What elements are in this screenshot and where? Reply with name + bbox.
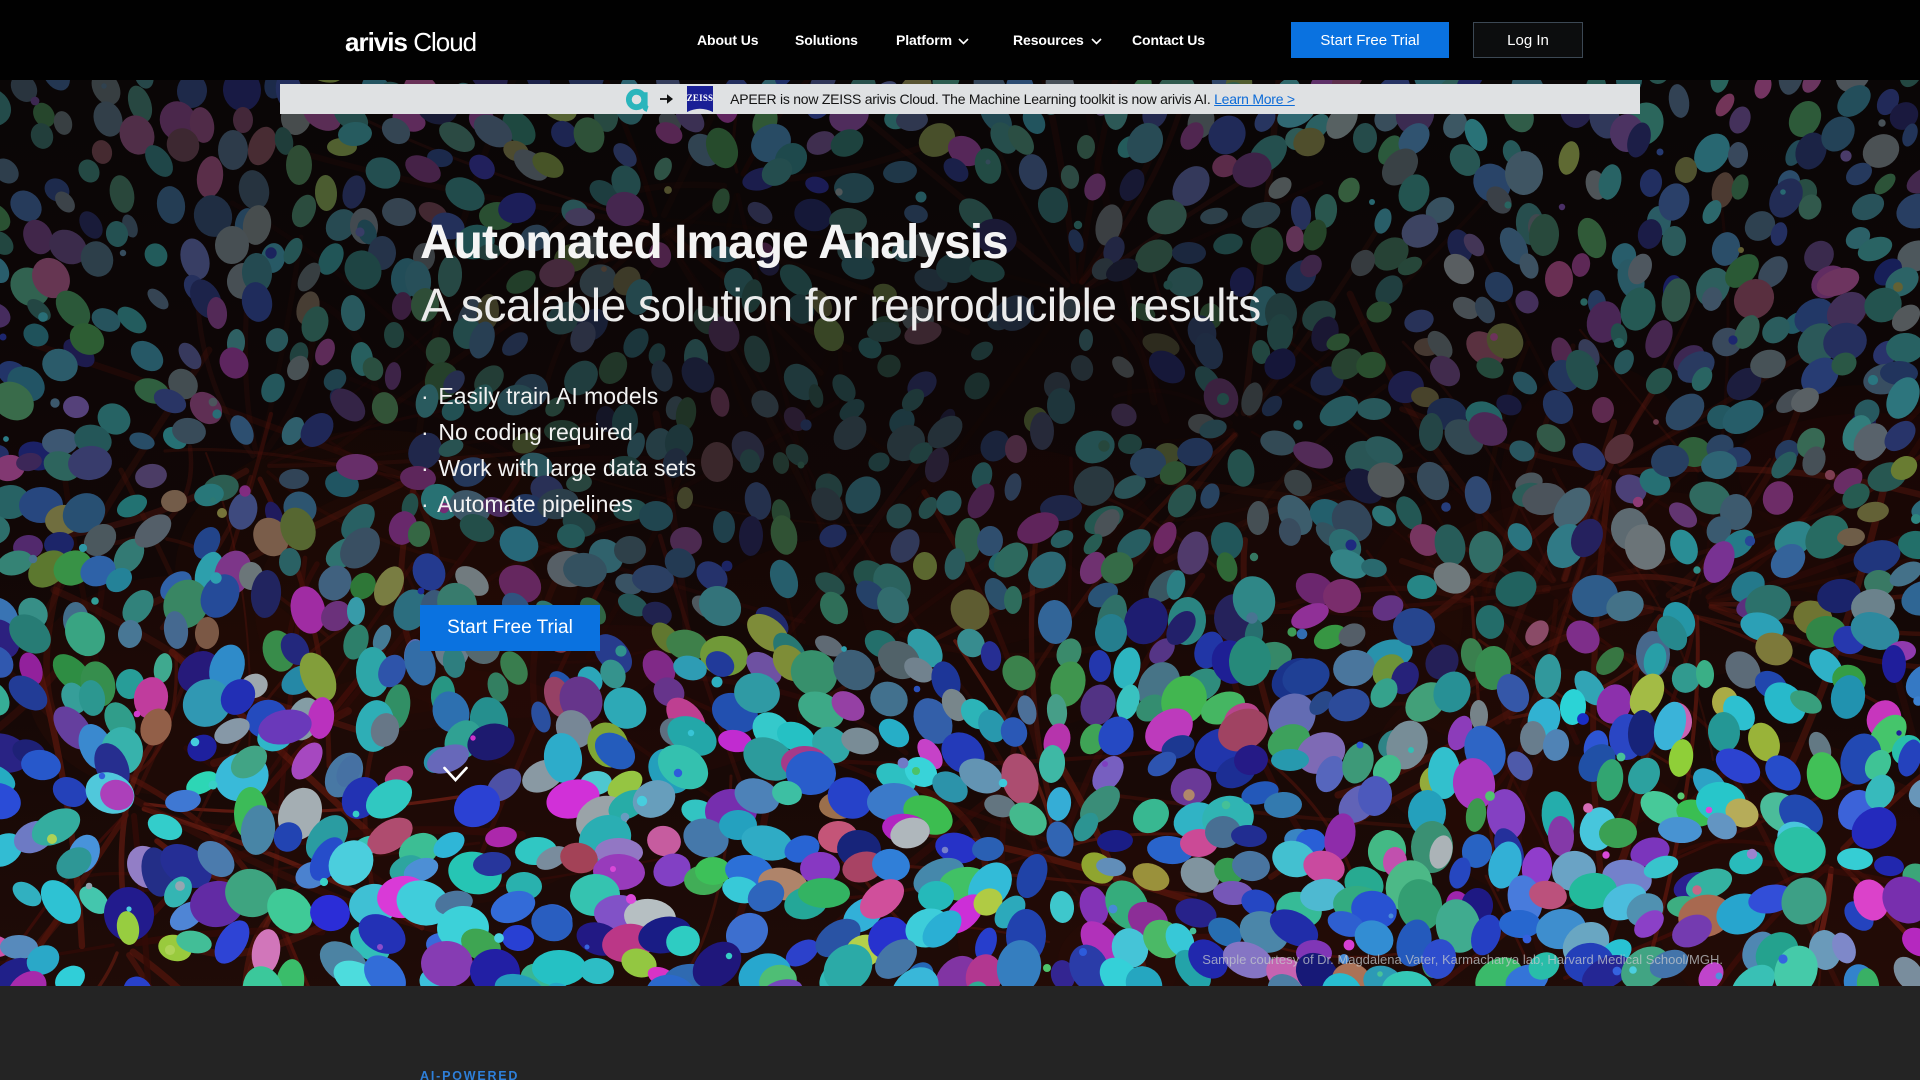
svg-text:ZEISS: ZEISS (687, 93, 713, 103)
